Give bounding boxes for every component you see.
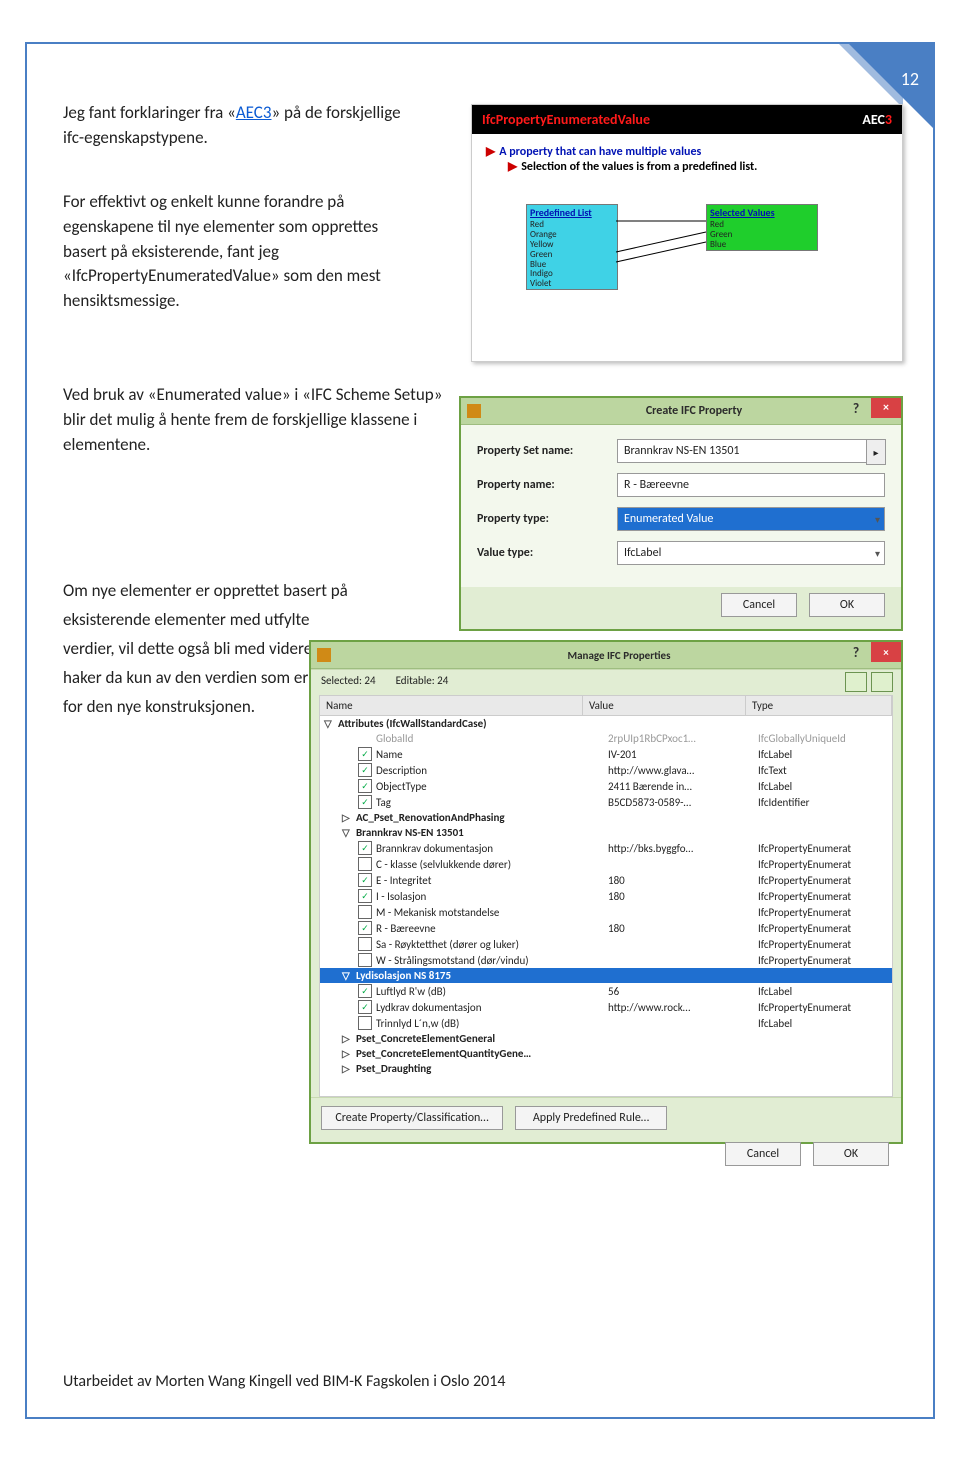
table-row[interactable]: ✓ObjectType2411 Bærende in…IfcLabel xyxy=(320,778,892,794)
checkbox[interactable] xyxy=(358,1016,372,1030)
group-renovation[interactable]: ▷AC_Pset_RenovationAndPhasing xyxy=(320,810,892,825)
dialog-create-ifc-property: Create IFC Property ? × Property Set nam… xyxy=(459,396,903,631)
table-row[interactable]: ✓NameIV-201IfcLabel xyxy=(320,746,892,762)
figure-ifc-property-enum: IfcPropertyEnumeratedValue AEC3 ▶A prope… xyxy=(471,104,903,362)
group-concrete-general[interactable]: ▷Pset_ConcreteElementGeneral xyxy=(320,1031,892,1046)
checkbox[interactable]: ✓ xyxy=(358,795,372,809)
paragraph-1: Jeg fant forklaringer fra «AEC3» på de f… xyxy=(63,101,423,150)
fig1-title: IfcPropertyEnumeratedValue xyxy=(482,111,650,128)
checkbox[interactable]: ✓ xyxy=(358,984,372,998)
checkbox[interactable]: ✓ xyxy=(358,779,372,793)
toolbar-icon-1[interactable] xyxy=(845,672,867,692)
checkbox[interactable]: ✓ xyxy=(358,873,372,887)
grid-body[interactable]: ▽Attributes (IfcWallStandardCase) Global… xyxy=(319,716,893,1097)
table-row[interactable]: ✓I - Isolasjon180IfcPropertyEnumerat xyxy=(320,888,892,904)
checkbox[interactable]: ✓ xyxy=(358,763,372,777)
checkbox[interactable] xyxy=(358,857,372,871)
fig1-subline: ▶Selection of the values is from a prede… xyxy=(508,159,888,174)
field-property-type[interactable]: Enumerated Value xyxy=(617,507,885,531)
label-property-name: Property name: xyxy=(477,478,617,492)
label-value-type: Value type: xyxy=(477,546,617,560)
checkbox[interactable]: ✓ xyxy=(358,747,372,761)
table-row[interactable]: M - Mekanisk motstandelseIfcPropertyEnum… xyxy=(320,904,892,920)
table-row[interactable]: Trinnlyd L´n,w (dB)IfcLabel xyxy=(320,1015,892,1031)
checkbox[interactable] xyxy=(358,953,372,967)
group-attributes[interactable]: ▽Attributes (IfcWallStandardCase) xyxy=(320,716,892,731)
app-icon xyxy=(467,404,481,418)
set-picker-button[interactable]: ▸ xyxy=(866,439,886,465)
dialog-title: Create IFC Property xyxy=(487,404,901,418)
help-button[interactable]: ? xyxy=(841,642,871,662)
checkbox[interactable]: ✓ xyxy=(358,841,372,855)
close-button[interactable]: × xyxy=(871,642,901,662)
table-row[interactable]: C - klasse (selvlukkende dører)IfcProper… xyxy=(320,856,892,872)
paragraph-3: Ved bruk av «Enumerated value» i «IFC Sc… xyxy=(63,383,443,457)
table-row[interactable]: ✓Brannkrav dokumentasjonhttp://bks.byggf… xyxy=(320,840,892,856)
ok-button[interactable]: OK xyxy=(809,593,885,617)
label-property-set: Property Set name: xyxy=(477,444,617,458)
table-row[interactable]: Sa - Røyktetthet (dører og luker)IfcProp… xyxy=(320,936,892,952)
group-brannkrav[interactable]: ▽Brannkrav NS-EN 13501 xyxy=(320,825,892,840)
close-button[interactable]: × xyxy=(871,398,901,418)
cancel-button[interactable]: Cancel xyxy=(721,593,797,617)
group-draughting[interactable]: ▷Pset_Draughting xyxy=(320,1061,892,1076)
checkbox[interactable] xyxy=(358,937,372,951)
checkbox[interactable]: ✓ xyxy=(358,1000,372,1014)
help-button[interactable]: ? xyxy=(841,398,871,418)
status-editable: Editable: 24 xyxy=(396,674,449,687)
field-property-name[interactable]: R - Bæreevne xyxy=(617,473,885,497)
cancel-button[interactable]: Cancel xyxy=(725,1142,801,1166)
table-row[interactable]: W - Strålingsmotstand (dør/vindu)IfcProp… xyxy=(320,952,892,968)
checkbox[interactable]: ✓ xyxy=(358,889,372,903)
dialog-title: Manage IFC Properties xyxy=(337,649,901,662)
aec3-link[interactable]: AEC3 xyxy=(236,102,272,123)
fig1-headline: ▶A property that can have multiple value… xyxy=(486,144,888,159)
ok-button[interactable]: OK xyxy=(813,1142,889,1166)
paragraph-2: For effektivt og enkelt kunne forandre p… xyxy=(63,190,423,313)
checkbox[interactable]: ✓ xyxy=(358,921,372,935)
create-property-button[interactable]: Create Property/Classification… xyxy=(321,1106,503,1130)
connector-lines xyxy=(526,204,826,314)
page-footer: Utarbeidet av Morten Wang Kingell ved BI… xyxy=(63,1372,506,1391)
table-row[interactable]: GlobalId2rpUIp1RbCPxoc1…IfcGloballyUniqu… xyxy=(320,731,892,746)
grid-header: Name Value Type xyxy=(319,695,893,716)
dialog-manage-ifc-properties: Manage IFC Properties ? × Selected: 24 E… xyxy=(309,640,903,1144)
table-row[interactable]: ✓E - Integritet180IfcPropertyEnumerat xyxy=(320,872,892,888)
table-row[interactable]: ✓Lydkrav dokumentasjonhttp://www.rock…If… xyxy=(320,999,892,1015)
table-row[interactable]: ✓Descriptionhttp://www.glava…IfcText xyxy=(320,762,892,778)
app-icon xyxy=(317,648,331,662)
table-row[interactable]: ✓TagB5CD5873-0589-…IfcIdentifier xyxy=(320,794,892,810)
toolbar-icon-2[interactable] xyxy=(871,672,893,692)
apply-rule-button[interactable]: Apply Predefined Rule… xyxy=(515,1106,667,1130)
table-row[interactable]: ✓Luftlyd R'w (dB)56IfcLabel xyxy=(320,983,892,999)
aec3-brand: AEC3 xyxy=(862,111,892,128)
group-lydisolasjon[interactable]: ▽Lydisolasjon NS 8175 xyxy=(320,968,892,983)
group-concrete-quantity[interactable]: ▷Pset_ConcreteElementQuantityGene… xyxy=(320,1046,892,1061)
table-row[interactable]: ✓R - Bæreevne180IfcPropertyEnumerat xyxy=(320,920,892,936)
label-property-type: Property type: xyxy=(477,512,617,526)
status-selected: Selected: 24 xyxy=(321,674,376,687)
field-property-set[interactable]: Brannkrav NS-EN 13501▸ xyxy=(617,439,885,463)
field-value-type[interactable]: IfcLabel xyxy=(617,541,885,565)
checkbox[interactable] xyxy=(358,905,372,919)
